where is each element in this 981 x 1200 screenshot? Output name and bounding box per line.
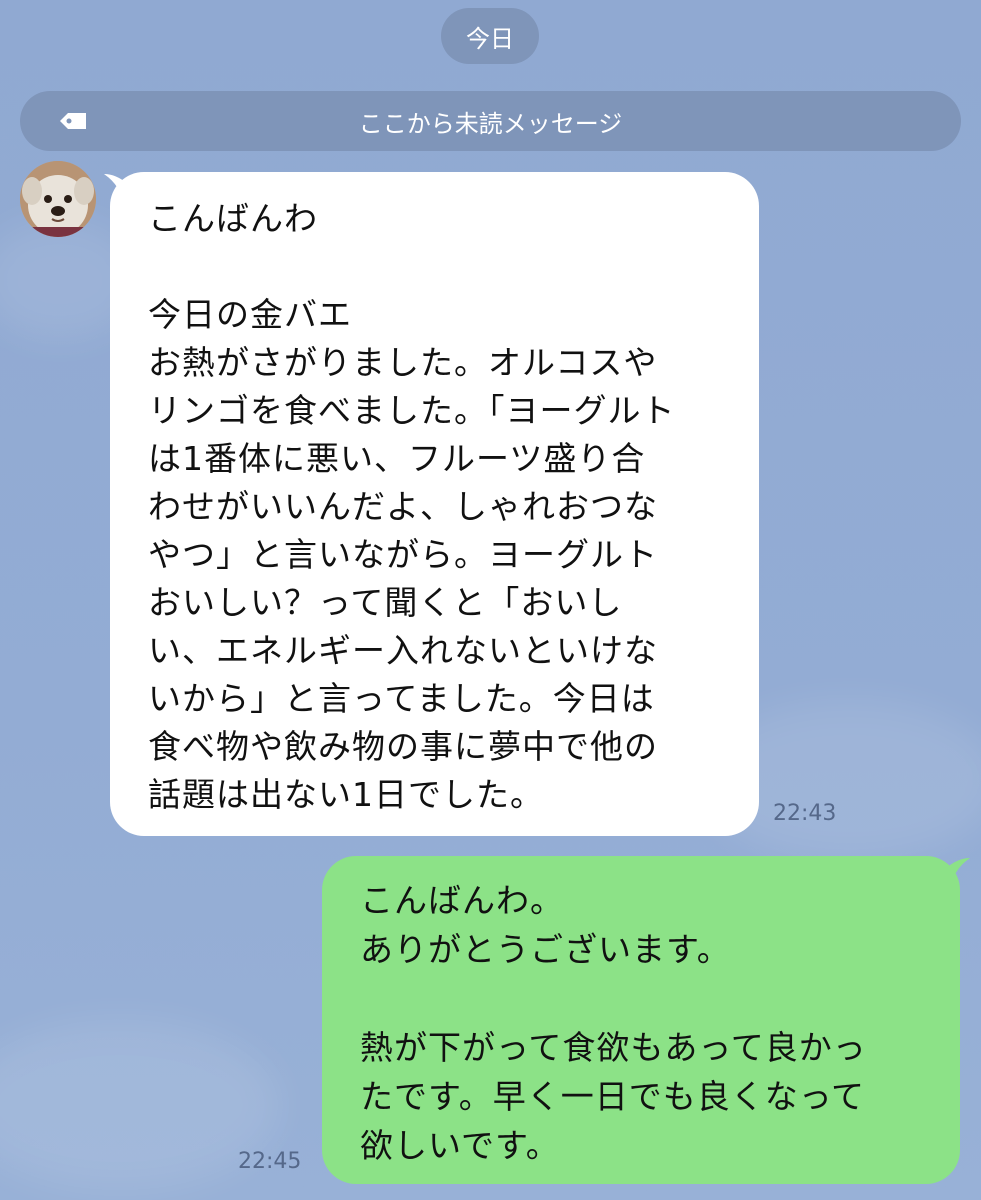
message-line: ありがとうございます。 xyxy=(360,930,731,969)
message-line: 話題は出ない1日でした。 xyxy=(148,775,544,814)
message-line: 欲しいです。 xyxy=(360,1126,560,1165)
date-separator: 今日 xyxy=(441,8,539,64)
message-line: は1番体に悪い、フルーツ盛り合 xyxy=(148,439,646,478)
message-line xyxy=(360,974,940,1023)
message-line: いから」と言ってました。今日は xyxy=(148,679,655,718)
outgoing-timestamp: 22:45 xyxy=(238,1149,302,1174)
message-line: わせがいいんだよ、しゃれおつな xyxy=(148,487,658,526)
message-line: こんばんわ。 xyxy=(360,881,564,920)
message-line: リンゴを食べました。「ヨーグルト xyxy=(148,391,676,430)
message-line xyxy=(148,243,725,291)
message-line: お熱がさがりました。オルコスや xyxy=(148,343,658,382)
message-line: やつ」と言いながら。ヨーグルト xyxy=(148,535,658,574)
incoming-timestamp: 22:43 xyxy=(773,801,837,826)
unread-divider: ここから未読メッセージ xyxy=(20,91,961,151)
message-line: 熱が下がって食欲もあって良かっ xyxy=(360,1028,867,1067)
date-label: 今日 xyxy=(466,24,514,53)
message-line: 食べ物や飲み物の事に夢中で他の xyxy=(148,727,658,766)
message-line: こんばんわ xyxy=(148,199,318,238)
tag-icon xyxy=(60,113,86,129)
message-line: おいしい？って聞くと「おいし xyxy=(148,583,623,622)
incoming-message-bubble[interactable]: こんばんわ 今日の金バエ お熱がさがりました。オルコスや リンゴを食べました。「… xyxy=(110,172,759,836)
message-line: たです。早く一日でも良くなって xyxy=(360,1077,866,1116)
message-line: い、エネルギー入れないといけな xyxy=(148,631,658,670)
unread-label: ここから未読メッセージ xyxy=(358,109,623,138)
outgoing-message-bubble[interactable]: こんばんわ。 ありがとうございます。 熱が下がって食欲もあって良かっ たです。早… xyxy=(322,856,960,1184)
message-line: 今日の金バエ xyxy=(148,295,352,334)
dog-avatar-icon xyxy=(20,161,96,237)
sender-avatar[interactable] xyxy=(20,161,96,237)
